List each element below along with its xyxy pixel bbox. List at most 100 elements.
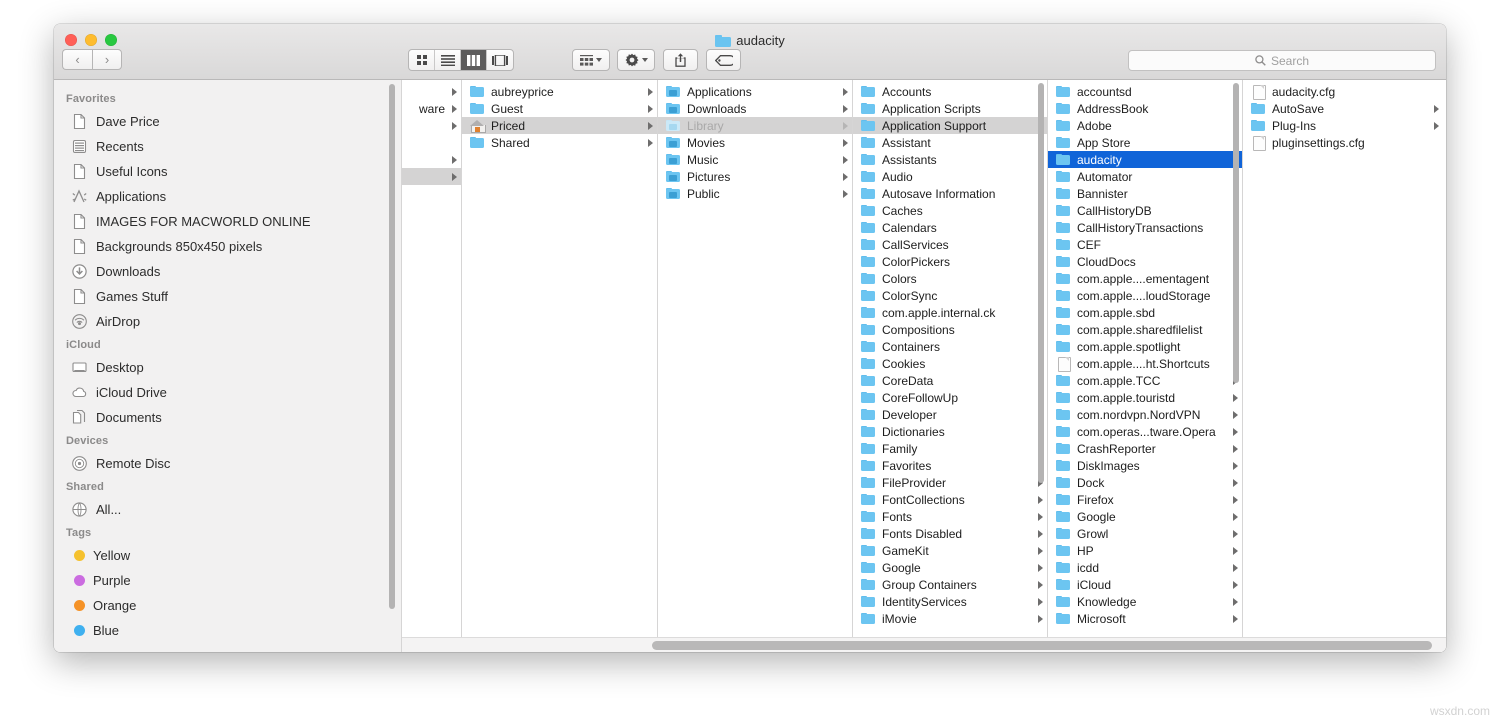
sidebar-item-desktop[interactable]: Desktop	[54, 355, 401, 380]
sidebar-item-icloud-drive[interactable]: iCloud Drive	[54, 380, 401, 405]
column-row[interactable]: Containers	[853, 338, 1047, 355]
column-row[interactable]: com.apple.TCC	[1048, 372, 1242, 389]
column-row[interactable]: iMovie	[853, 610, 1047, 627]
column-row[interactable]: Google	[853, 559, 1047, 576]
sidebar-item-remote-disc[interactable]: Remote Disc	[54, 451, 401, 476]
column-row[interactable]	[402, 168, 461, 185]
column-row[interactable]: CoreFollowUp	[853, 389, 1047, 406]
column-row[interactable]: Compositions	[853, 321, 1047, 338]
column-row[interactable]: Fonts	[853, 508, 1047, 525]
sidebar-item-airdrop[interactable]: AirDrop	[54, 309, 401, 334]
column-row[interactable]: HP	[1048, 542, 1242, 559]
column-row[interactable]: audacity.cfg	[1243, 83, 1443, 100]
sidebar-item-dave-price[interactable]: Dave Price	[54, 109, 401, 134]
gallery-view-button[interactable]	[487, 50, 513, 70]
column-row[interactable]: CoreData	[853, 372, 1047, 389]
column-row[interactable]: audacity	[1048, 151, 1242, 168]
column-row[interactable]: Movies	[658, 134, 852, 151]
sidebar-item-yellow[interactable]: Yellow	[54, 543, 401, 568]
column-row[interactable]: Calendars	[853, 219, 1047, 236]
action-menu-button[interactable]	[617, 49, 655, 71]
column-row[interactable]: Library	[658, 117, 852, 134]
column-row[interactable]: Assistants	[853, 151, 1047, 168]
column-row[interactable]: GameKit	[853, 542, 1047, 559]
sidebar-item-games-stuff[interactable]: Games Stuff	[54, 284, 401, 309]
column-row[interactable]: Public	[658, 185, 852, 202]
column-row[interactable]: ware	[402, 100, 461, 117]
column-row[interactable]: Automator	[1048, 168, 1242, 185]
column-row[interactable]: Autosave Information	[853, 185, 1047, 202]
column-row[interactable]: Shared	[462, 134, 657, 151]
sidebar-item-all[interactable]: All...	[54, 497, 401, 522]
column-row[interactable]: Adobe	[1048, 117, 1242, 134]
tag-button[interactable]	[706, 49, 741, 71]
search-field[interactable]: Search	[1128, 50, 1436, 71]
column-row[interactable]: pluginsettings.cfg	[1243, 134, 1443, 151]
column-row[interactable]: Google	[1048, 508, 1242, 525]
column-row[interactable]: Cookies	[853, 355, 1047, 372]
column-row[interactable]: Application Scripts	[853, 100, 1047, 117]
column-row[interactable]	[402, 83, 461, 100]
column-row[interactable]: Knowledge	[1048, 593, 1242, 610]
column-row[interactable]: CEF	[1048, 236, 1242, 253]
column-row[interactable]: accountsd	[1048, 83, 1242, 100]
column-row[interactable]: Fonts Disabled	[853, 525, 1047, 542]
column-row[interactable]: Plug-Ins	[1243, 117, 1443, 134]
column-row[interactable]: CrashReporter	[1048, 440, 1242, 457]
column-row[interactable]: Application Support	[853, 117, 1047, 134]
column-row[interactable]: ColorPickers	[853, 253, 1047, 270]
column-row[interactable]: Audio	[853, 168, 1047, 185]
sidebar-item-images-for-macworld-online[interactable]: IMAGES FOR MACWORLD ONLINE	[54, 209, 401, 234]
column-row[interactable]: Colors	[853, 270, 1047, 287]
column-view-button[interactable]	[461, 50, 487, 70]
column-row[interactable]	[402, 117, 461, 134]
column-row[interactable]: Applications	[658, 83, 852, 100]
column-row[interactable]: Pictures	[658, 168, 852, 185]
sidebar-item-backgrounds-850x450-pixels[interactable]: Backgrounds 850x450 pixels	[54, 234, 401, 259]
column-row[interactable]: com.apple....ementagent	[1048, 270, 1242, 287]
column-row[interactable]: com.apple....loudStorage	[1048, 287, 1242, 304]
column-row[interactable]: FontCollections	[853, 491, 1047, 508]
column-row[interactable]: Guest	[462, 100, 657, 117]
sidebar-item-purple[interactable]: Purple	[54, 568, 401, 593]
column-row[interactable]: Developer	[853, 406, 1047, 423]
column-row[interactable]: Microsoft	[1048, 610, 1242, 627]
sidebar-item-recents[interactable]: Recents	[54, 134, 401, 159]
column-row[interactable]: Firefox	[1048, 491, 1242, 508]
sidebar-scrollbar[interactable]	[389, 84, 395, 609]
back-button[interactable]: ‹	[62, 49, 92, 70]
column-row[interactable]: iCloud	[1048, 576, 1242, 593]
column-row[interactable]: Favorites	[853, 457, 1047, 474]
sidebar-item-downloads[interactable]: Downloads	[54, 259, 401, 284]
column-row[interactable]: DiskImages	[1048, 457, 1242, 474]
column-row[interactable]: Bannister	[1048, 185, 1242, 202]
column-row[interactable]: IdentityServices	[853, 593, 1047, 610]
column-row[interactable]: CallHistoryDB	[1048, 202, 1242, 219]
column-row[interactable]: Music	[658, 151, 852, 168]
sidebar-item-useful-icons[interactable]: Useful Icons	[54, 159, 401, 184]
column-row[interactable]: App Store	[1048, 134, 1242, 151]
column-row[interactable]: Accounts	[853, 83, 1047, 100]
list-view-button[interactable]	[435, 50, 461, 70]
column-row[interactable]: CloudDocs	[1048, 253, 1242, 270]
column-row[interactable]: com.apple.sbd	[1048, 304, 1242, 321]
column-row[interactable]: Group Containers	[853, 576, 1047, 593]
column-row[interactable]: AutoSave	[1243, 100, 1443, 117]
arrange-button[interactable]	[572, 49, 610, 71]
column-row[interactable]: Downloads	[658, 100, 852, 117]
column-scrollbar[interactable]	[1038, 83, 1044, 483]
sidebar-item-applications[interactable]: Applications	[54, 184, 401, 209]
column-row[interactable]: Dictionaries	[853, 423, 1047, 440]
column-row[interactable]: com.apple.internal.ck	[853, 304, 1047, 321]
column-row[interactable]: com.apple....ht.Shortcuts	[1048, 355, 1242, 372]
share-button[interactable]	[663, 49, 698, 71]
column-row[interactable]: FileProvider	[853, 474, 1047, 491]
column-row[interactable]: Dock	[1048, 474, 1242, 491]
column-row[interactable]: aubreyprice	[462, 83, 657, 100]
horizontal-scrollbar[interactable]	[402, 637, 1446, 652]
column-row[interactable]: icdd	[1048, 559, 1242, 576]
column-row[interactable]: com.nordvpn.NordVPN	[1048, 406, 1242, 423]
column-row[interactable]	[402, 134, 461, 151]
column-row[interactable]: Growl	[1048, 525, 1242, 542]
column-row[interactable]: CallHistoryTransactions	[1048, 219, 1242, 236]
